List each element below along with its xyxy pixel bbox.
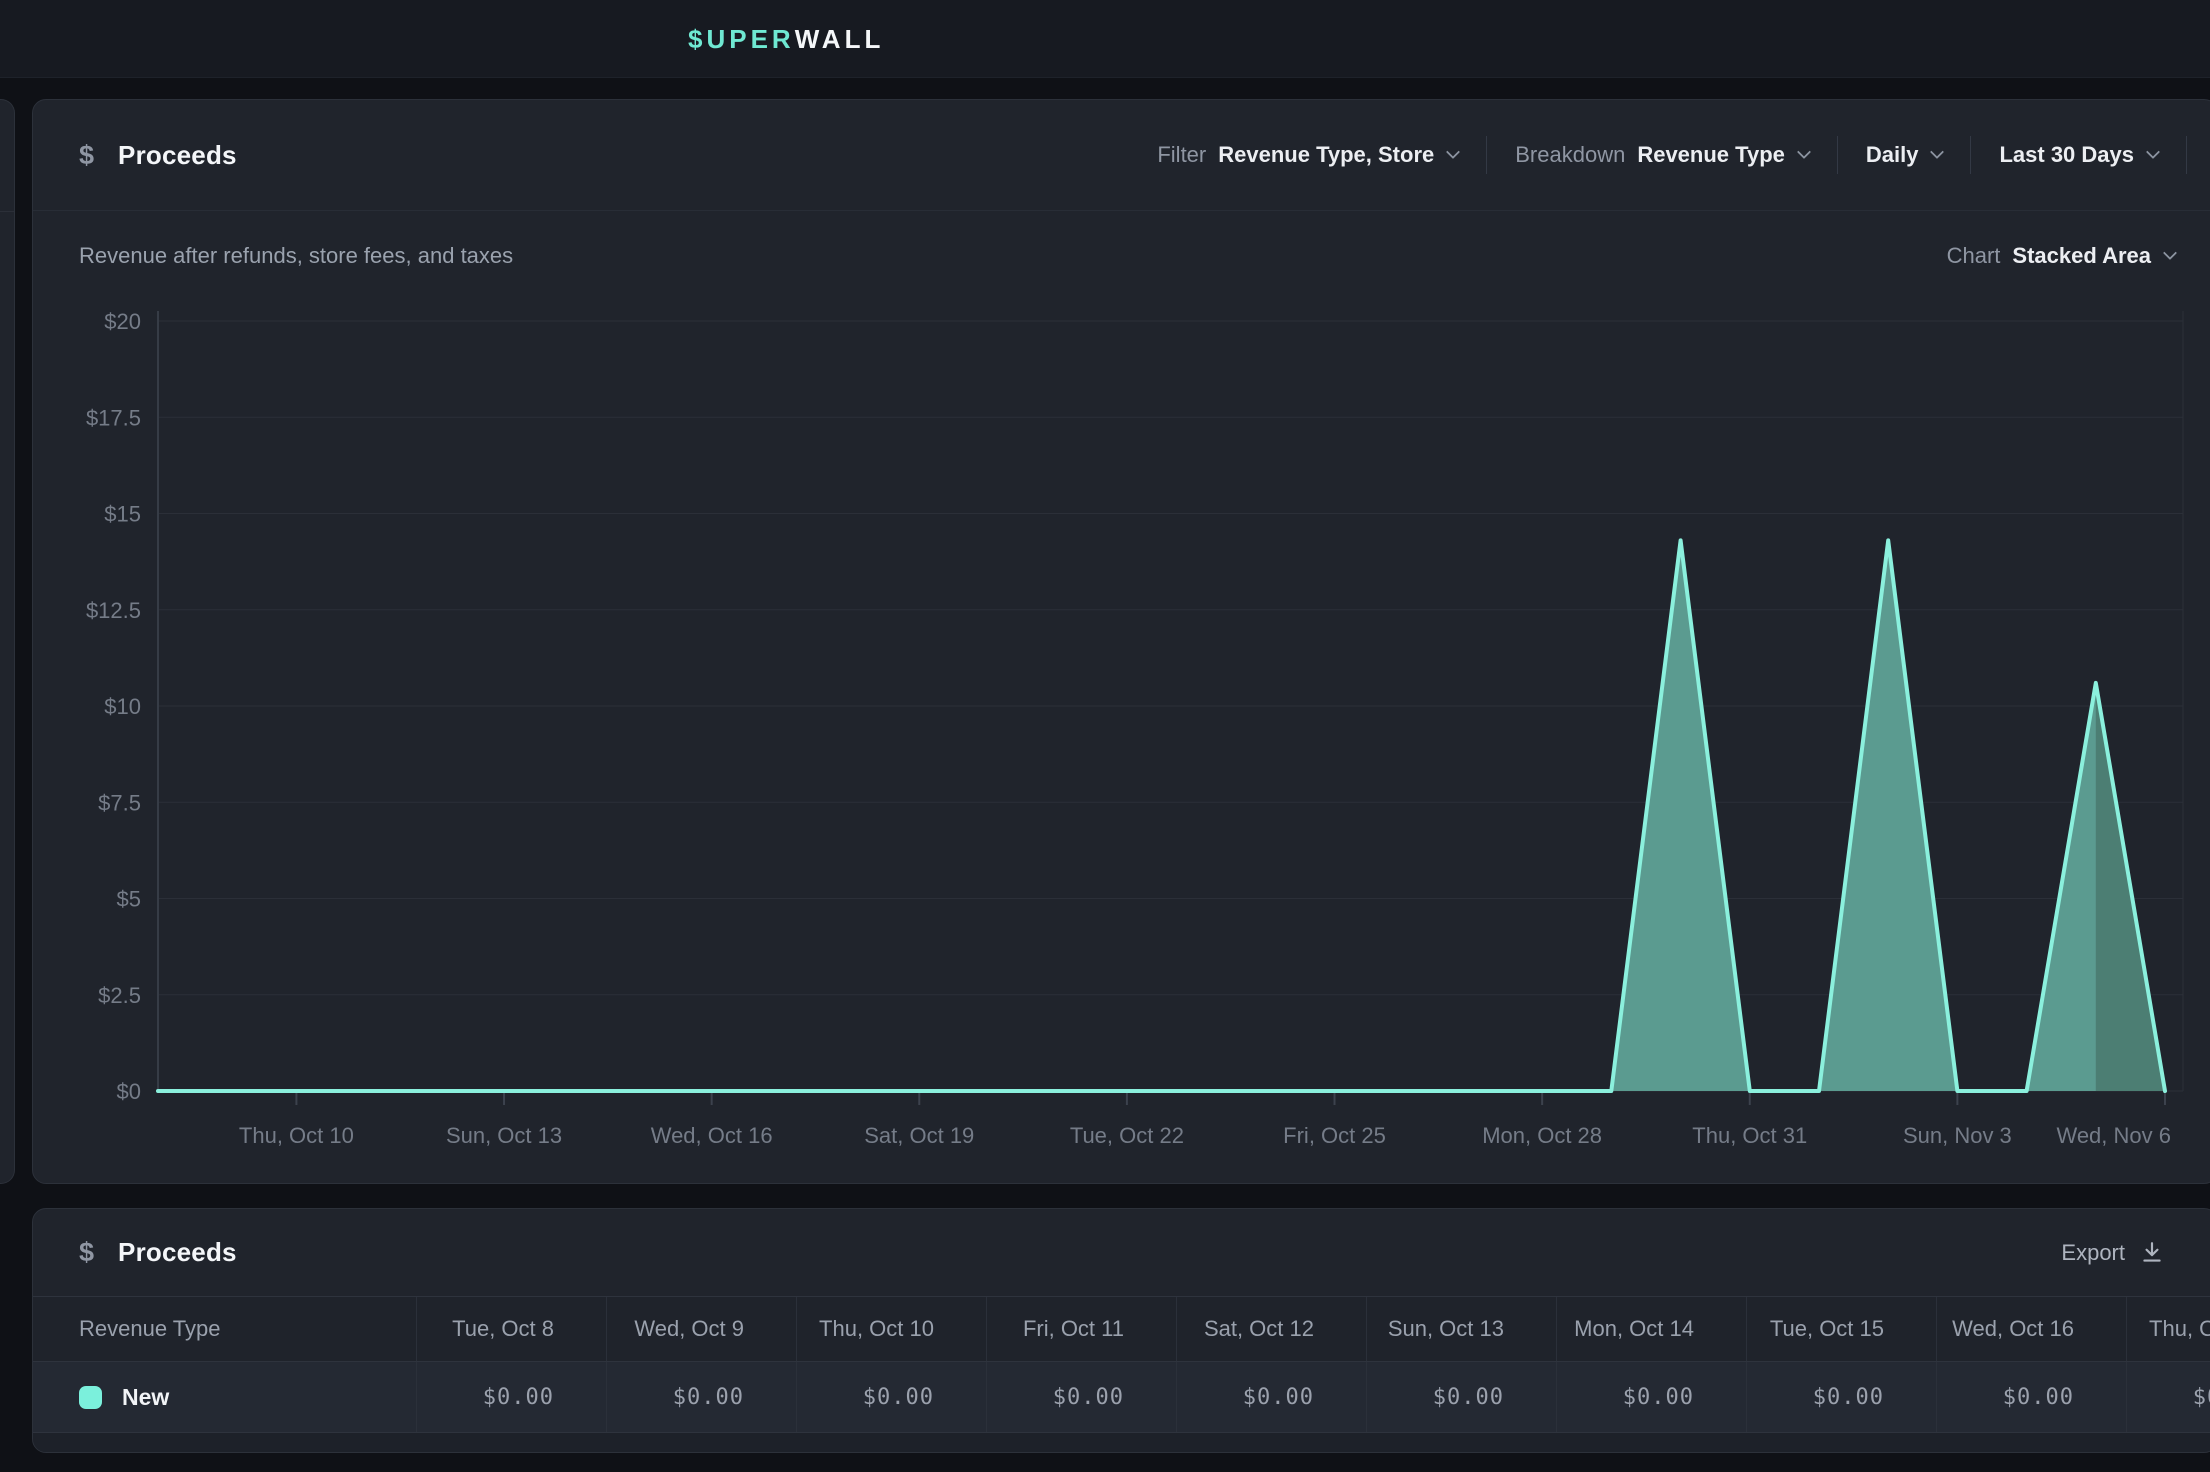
- chevron-down-icon: [1797, 145, 1811, 159]
- chevron-down-icon: [2146, 145, 2160, 159]
- column-header-revenue-type: Revenue Type: [33, 1297, 416, 1361]
- chevron-down-icon: [2163, 246, 2177, 260]
- chart-type-value: Stacked Area: [2012, 243, 2151, 269]
- control-divider: [2186, 136, 2187, 174]
- value-cell: $0.00: [1556, 1362, 1746, 1432]
- y-axis-label: $17.5: [86, 405, 141, 430]
- download-icon: [2139, 1240, 2165, 1266]
- y-axis-label: $7.5: [98, 790, 141, 815]
- proceeds-chart-card: $ Proceeds Filter Revenue Type, Store Br…: [32, 99, 2210, 1184]
- y-axis-label: $0: [117, 1079, 141, 1104]
- interval-dropdown[interactable]: Daily: [1866, 142, 1943, 168]
- value-cell: $0.00: [416, 1362, 606, 1432]
- superwall-logo[interactable]: $UPERWALL: [688, 0, 884, 78]
- proceeds-table: Revenue TypeTue, Oct 8Wed, Oct 9Thu, Oct…: [33, 1296, 2210, 1433]
- x-axis-label: Sun, Nov 3: [1903, 1123, 2012, 1148]
- table-next-row-partial: [33, 1433, 2210, 1453]
- breakdown-label: Breakdown: [1515, 142, 1625, 168]
- column-header-date: Thu, Oct 10: [796, 1297, 986, 1361]
- filter-label: Filter: [1157, 142, 1206, 168]
- date-range-dropdown[interactable]: Last 30 Days: [1999, 142, 2158, 168]
- x-axis-label: Thu, Oct 10: [239, 1123, 354, 1148]
- column-header-date: Tue, Oct 8: [416, 1297, 606, 1361]
- page: $UPERWALL $ Proceeds Filter Revenue Type…: [0, 0, 2210, 1472]
- chevron-down-icon: [1446, 145, 1460, 159]
- row-label-cell: New: [33, 1362, 416, 1432]
- x-axis-label: Wed, Oct 16: [651, 1123, 773, 1148]
- x-axis-label: Thu, Oct 31: [1692, 1123, 1807, 1148]
- proceeds-table-card: $ Proceeds Export Revenue TypeTue, Oct 8…: [32, 1208, 2210, 1453]
- x-axis-label: Sat, Oct 19: [864, 1123, 974, 1148]
- value-cell: $0.00: [986, 1362, 1176, 1432]
- chart-card-title: Proceeds: [118, 140, 237, 171]
- column-header-date: Mon, Oct 14: [1556, 1297, 1746, 1361]
- column-header-date: Wed, Oct 9: [606, 1297, 796, 1361]
- logo-accent: $UPER: [688, 24, 795, 55]
- breakdown-value: Revenue Type: [1637, 142, 1785, 168]
- chart-controls: Filter Revenue Type, Store Breakdown Rev…: [1157, 136, 2187, 174]
- value-cell: $0.00: [2126, 1362, 2210, 1432]
- control-divider: [1970, 136, 1971, 174]
- export-button[interactable]: Export: [2061, 1240, 2165, 1266]
- chart-card-header: $ Proceeds Filter Revenue Type, Store Br…: [33, 100, 2210, 211]
- value-cell: $0.00: [1176, 1362, 1366, 1432]
- column-header-date: Wed, Oct 16: [1936, 1297, 2126, 1361]
- y-axis-label: $15: [104, 502, 141, 527]
- table-card-header: $ Proceeds Export: [33, 1209, 2210, 1296]
- x-axis-label: Sun, Oct 13: [446, 1123, 562, 1148]
- series-swatch-icon: [79, 1386, 102, 1409]
- chevron-down-icon: [1930, 145, 1944, 159]
- column-header-date: Sun, Oct 13: [1366, 1297, 1556, 1361]
- column-header-date: Fri, Oct 11: [986, 1297, 1176, 1361]
- chart-subtitle: Revenue after refunds, store fees, and t…: [79, 243, 513, 269]
- date-range-value: Last 30 Days: [1999, 142, 2134, 168]
- x-axis-label: Wed, Nov 6: [2056, 1123, 2171, 1148]
- top-bar: $UPERWALL: [0, 0, 2210, 78]
- value-cell: $0.00: [796, 1362, 986, 1432]
- y-axis-label: $20: [104, 309, 141, 334]
- table-row[interactable]: New$0.00$0.00$0.00$0.00$0.00$0.00$0.00$0…: [33, 1361, 2210, 1433]
- x-axis-label: Fri, Oct 25: [1283, 1123, 1386, 1148]
- value-cell: $0.00: [1366, 1362, 1556, 1432]
- dollar-icon: $: [79, 1237, 94, 1268]
- export-label: Export: [2061, 1240, 2125, 1266]
- chart-type-dropdown[interactable]: Chart Stacked Area: [1947, 243, 2175, 269]
- table-card-title: Proceeds: [118, 1237, 237, 1268]
- adjacent-card-header-divider: [0, 211, 14, 212]
- chart-type-label: Chart: [1947, 243, 2001, 269]
- value-cell: $0.00: [1746, 1362, 1936, 1432]
- control-divider: [1837, 136, 1838, 174]
- y-axis-label: $5: [117, 887, 141, 912]
- value-cell: $0.00: [1936, 1362, 2126, 1432]
- y-axis-label: $10: [104, 694, 141, 719]
- stacked-area-chart[interactable]: $0 $2.5 $5 $7.5 $10 $12.5 $15 $17.5 $20 Thu, Oct …: [33, 301, 2210, 1181]
- adjacent-card-sliver: [0, 99, 15, 1184]
- dollar-icon: $: [79, 140, 94, 171]
- column-header-date: Thu, Oct 17: [2126, 1297, 2210, 1361]
- row-label: New: [122, 1384, 169, 1411]
- filter-dropdown[interactable]: Filter Revenue Type, Store: [1157, 142, 1458, 168]
- logo-rest: WALL: [795, 24, 885, 55]
- y-axis-label: $12.5: [86, 598, 141, 623]
- x-axis-label: Mon, Oct 28: [1482, 1123, 1602, 1148]
- table-header-row: Revenue TypeTue, Oct 8Wed, Oct 9Thu, Oct…: [33, 1297, 2210, 1361]
- chart-subheader: Revenue after refunds, store fees, and t…: [33, 211, 2210, 301]
- value-cell: $0.00: [606, 1362, 796, 1432]
- control-divider: [1486, 136, 1487, 174]
- x-axis-label: Tue, Oct 22: [1070, 1123, 1184, 1148]
- filter-value: Revenue Type, Store: [1218, 142, 1434, 168]
- interval-value: Daily: [1866, 142, 1919, 168]
- area-fill-new: [158, 540, 2165, 1091]
- y-axis-label: $2.5: [98, 983, 141, 1008]
- breakdown-dropdown[interactable]: Breakdown Revenue Type: [1515, 142, 1809, 168]
- column-header-date: Sat, Oct 12: [1176, 1297, 1366, 1361]
- column-header-date: Tue, Oct 15: [1746, 1297, 1936, 1361]
